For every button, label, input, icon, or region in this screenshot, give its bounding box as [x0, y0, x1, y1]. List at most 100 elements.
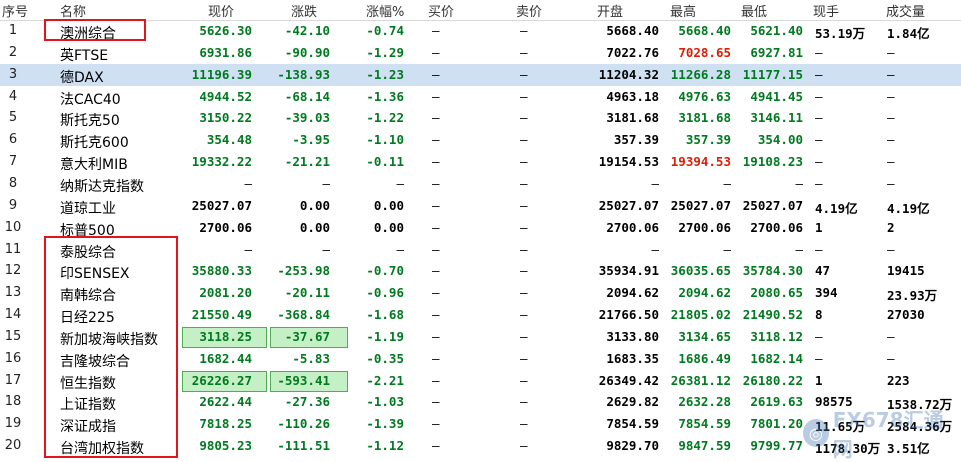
cell-vol: —	[887, 241, 895, 257]
table-row[interactable]: 15 新加坡海峡指数 3118.25 -37.67 -1.19 — — 3133.80 3134…	[0, 326, 961, 348]
cell-bid: —	[432, 307, 440, 323]
table-row[interactable]: 17 恒生指数 26226.27 -593.41 -2.21 — — 26349.42 2638…	[0, 370, 961, 392]
table-row[interactable]: 13 南韩综合 2081.20 -20.11 -0.96 — — 2094.62 2094.62…	[0, 282, 961, 304]
cell-ask: —	[520, 416, 528, 432]
table-row[interactable]: 18 上证指数 2622.44 -27.36 -1.03 — — 2629.82 2632.28…	[0, 391, 961, 413]
cell-low: 3146.11	[750, 110, 803, 126]
cell-name: 德DAX	[60, 69, 104, 86]
cell-ask: —	[520, 44, 528, 60]
cell-hand: —	[815, 328, 823, 344]
cell-idx: 12	[4, 263, 22, 279]
cell-ask: —	[520, 66, 528, 82]
header-volume[interactable]: 成交量	[886, 1, 925, 20]
header-index[interactable]: 序号	[2, 1, 28, 20]
table-row[interactable]: 5 斯托克50 3150.22 -39.03 -1.22 — — 3181.68 3181.68…	[0, 107, 961, 129]
cell-hand: —	[815, 154, 823, 170]
cell-chg: -21.21	[284, 154, 330, 170]
cell-price: 4944.52	[199, 88, 252, 104]
cell-high: 2700.06	[678, 219, 731, 235]
table-row[interactable]: 6 斯托克600 354.48 -3.95 -1.10 — — 357.39 357.39 354…	[0, 129, 961, 151]
cell-bid: —	[432, 132, 440, 148]
header-hand[interactable]: 现手	[813, 1, 839, 20]
cell-high: 21805.02	[670, 307, 731, 323]
cell-chg: -39.03	[284, 110, 330, 126]
cell-high: 7028.65	[678, 44, 731, 60]
table-row[interactable]: 11 泰股综合 — — — — — — — — — —	[0, 239, 961, 261]
header-low[interactable]: 最低	[741, 1, 767, 20]
cell-hand: 4.19亿	[815, 200, 858, 216]
cell-high: 36035.65	[670, 263, 731, 279]
cell-ask: —	[520, 88, 528, 104]
cell-low: 26180.22	[742, 372, 803, 388]
table-row[interactable]: 9 道琼工业 25027.07 0.00 0.00 — — 25027.07 25027.07 2…	[0, 195, 961, 217]
cell-low: 7801.20	[750, 416, 803, 432]
cell-price: 3150.22	[199, 110, 252, 126]
cell-pct: -1.10	[366, 132, 404, 148]
table-row[interactable]: 14 日经225 21550.49 -368.84 -1.68 — — 21766.50 218…	[0, 304, 961, 326]
cell-name: 道琼工业	[60, 200, 116, 217]
cell-price: 6931.86	[199, 44, 252, 60]
cell-pct: -1.23	[366, 66, 404, 82]
header-bid[interactable]: 买价	[428, 1, 454, 20]
cell-price: 354.48	[206, 132, 252, 148]
cell-high: 5668.40	[678, 23, 731, 38]
cell-pct: -1.19	[366, 328, 404, 344]
table-row[interactable]: 16 吉隆坡综合 1682.44 -5.83 -0.35 — — 1683.35 1686.49…	[0, 348, 961, 370]
cell-price: 19332.22	[191, 154, 252, 170]
cell-vol: 19415	[887, 263, 925, 279]
table-row[interactable]: 2 英FTSE 6931.86 -90.90 -1.29 — — 7022.76 7028.65…	[0, 42, 961, 64]
cell-idx: 11	[4, 241, 22, 257]
cell-hand: 1	[815, 219, 823, 235]
watermark: ◎ FX678汇通网	[803, 408, 953, 461]
table-row[interactable]: 7 意大利MIB 19332.22 -21.21 -0.11 — — 19154.53 1939…	[0, 151, 961, 173]
header-change-pct[interactable]: 涨幅%	[366, 1, 404, 20]
cell-price: 7818.25	[199, 416, 252, 432]
cell-pct: 0.00	[373, 219, 404, 235]
table-row[interactable]: 12 印SENSEX 35880.33 -253.98 -0.70 — — 35934.91 3…	[0, 260, 961, 282]
cell-name: 意大利MIB	[60, 157, 128, 174]
cell-name: 英FTSE	[60, 47, 109, 64]
cell-open: 1683.35	[606, 350, 659, 366]
header-price[interactable]: 现价	[208, 1, 234, 20]
cell-low: 25027.07	[742, 197, 803, 213]
cell-open: 7022.76	[606, 44, 659, 60]
table-row[interactable]: 1 澳洲综合 5626.30 -42.10 -0.74 — — 5668.40 5668.40 5…	[0, 20, 961, 42]
cell-high: 19394.53	[670, 154, 731, 170]
cell-idx: 18	[4, 394, 22, 410]
cell-vol: —	[887, 88, 895, 104]
header-name[interactable]: 名称	[60, 1, 86, 20]
cell-name: 深证成指	[60, 419, 116, 436]
cell-name: 澳洲综合	[60, 26, 116, 42]
cell-open: 5668.40	[606, 23, 659, 38]
cell-pct: 0.00	[373, 197, 404, 213]
cell-chg: 0.00	[299, 219, 330, 235]
cell-name: 上证指数	[60, 397, 116, 414]
cell-name: 新加坡海峡指数	[60, 331, 158, 348]
cell-hand: —	[815, 241, 823, 257]
cell-low: 3118.12	[750, 328, 803, 344]
cell-chg: —	[322, 241, 330, 257]
header-ask[interactable]: 卖价	[516, 1, 542, 20]
cell-price: 2622.44	[199, 394, 252, 410]
header-change[interactable]: 涨跌	[291, 1, 317, 20]
table-row[interactable]: 8 纳斯达克指数 — — — — — — — — — —	[0, 173, 961, 195]
cell-idx: 15	[4, 328, 22, 344]
cell-ask: —	[520, 23, 528, 38]
cell-bid: —	[432, 416, 440, 432]
table-row[interactable]: 10 标普500 2700.06 0.00 0.00 — — 2700.06 2700.06 27…	[0, 217, 961, 239]
header-high[interactable]: 最高	[670, 1, 696, 20]
cell-vol: —	[887, 350, 895, 366]
cell-bid: —	[432, 263, 440, 279]
cell-hand: 394	[815, 285, 838, 301]
table-row[interactable]: 4 法CAC40 4944.52 -68.14 -1.36 — — 4963.18 4976.6…	[0, 86, 961, 108]
cell-bid: —	[432, 44, 440, 60]
header-open[interactable]: 开盘	[597, 1, 623, 20]
cell-idx: 10	[4, 219, 22, 235]
table-row[interactable]: 3 德DAX 11196.39 -138.93 -1.23 — — 11204.32 11266…	[0, 63, 961, 86]
cell-low: 354.00	[757, 132, 803, 148]
cell-ask: —	[520, 307, 528, 323]
cell-chg: -42.10	[284, 23, 330, 38]
cell-high: —	[723, 175, 731, 191]
watermark-logo-icon: ◎	[803, 419, 829, 447]
cell-ask: —	[520, 154, 528, 170]
